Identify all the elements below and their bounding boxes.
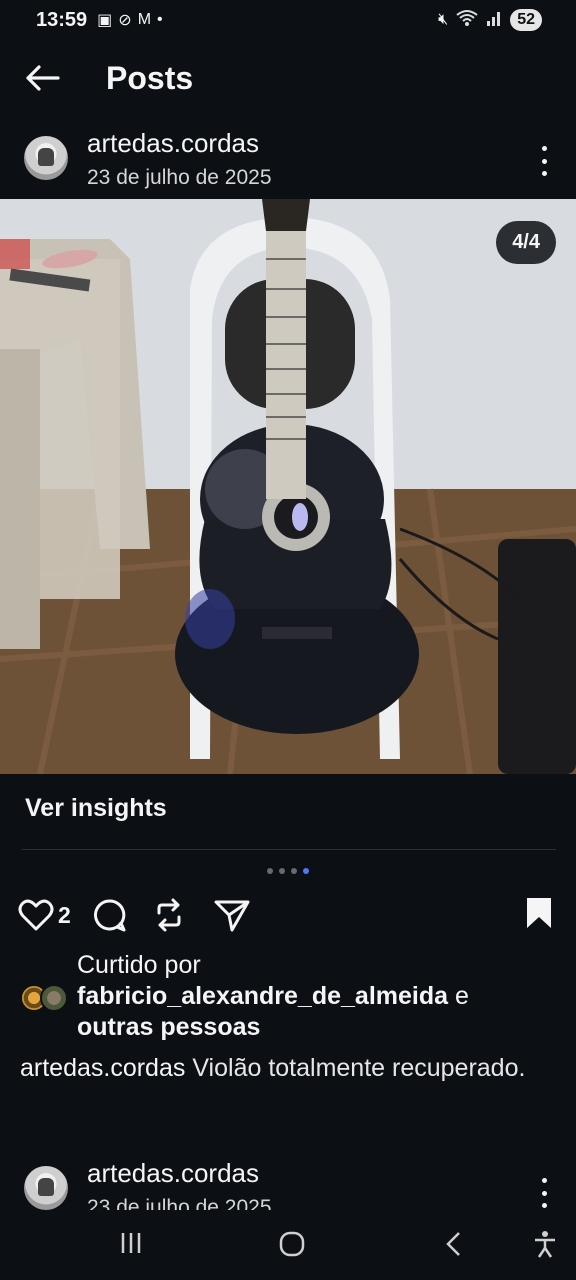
heart-icon [18,899,54,931]
next-post-header: artedas.cordas 23 de julho de 2025 [0,1150,576,1210]
post-date: 23 de julho de 2025 [87,166,272,189]
recents-icon [121,1233,141,1253]
gmail-icon: M [137,11,152,28]
post-date: 23 de julho de 2025 [87,1196,272,1210]
caption-text: Violão totalmente recuperado. [192,1054,526,1082]
repost-icon [157,898,181,932]
caption-username[interactable]: artedas.cordas [20,1054,185,1082]
post-header: artedas.cordas 23 de julho de 2025 [0,124,576,196]
like-count[interactable]: 2 [58,902,71,929]
repost-button[interactable] [151,897,187,933]
liked-by-user[interactable]: fabricio_alexandre_de_almeida [77,982,448,1010]
home-button[interactable] [278,1230,306,1263]
battery-indicator: 52 [510,9,542,31]
notification-dot-icon: • [157,11,163,28]
save-button[interactable] [524,896,554,935]
arrow-left-icon [26,65,60,91]
carousel-dot-active [303,868,309,874]
liked-by-connector: e [454,982,469,1010]
accessibility-icon [535,1231,555,1258]
carousel-counter: 4/4 [496,221,556,264]
recent-apps-button[interactable] [118,1230,144,1261]
more-icon [541,146,547,151]
wifi-icon [456,9,478,32]
like-button[interactable] [18,898,54,932]
divider [22,849,556,850]
back-button[interactable] [22,58,62,98]
liked-by-others[interactable]: outras pessoas [77,1013,260,1041]
bookmark-icon [527,898,551,928]
chevron-left-icon [446,1232,460,1256]
share-button[interactable] [213,897,251,933]
header: Posts [0,50,576,106]
avatar [40,984,68,1012]
signal-icon [486,10,502,31]
page-title: Posts [106,59,194,96]
comment-button[interactable] [91,897,127,933]
more-icon [541,1178,547,1183]
home-icon [279,1231,305,1257]
back-nav-button[interactable] [442,1230,466,1263]
more-options-button[interactable] [534,1178,554,1208]
accessibility-button[interactable] [532,1230,558,1263]
guitar-photo [0,199,576,774]
avatar[interactable] [24,136,68,180]
screenshot-icon: ▣ [97,12,113,29]
carousel-dot [267,868,273,874]
comment-icon [93,899,126,932]
more-options-button[interactable] [534,146,554,176]
carousel-dot [279,868,285,874]
carousel-indicator [0,868,576,874]
liked-by-prefix: Curtido por [77,951,201,979]
insights-link[interactable]: Ver insights [25,794,167,823]
liked-by-avatars [20,984,70,1012]
post-username[interactable]: artedas.cordas [87,128,259,159]
post-image[interactable] [0,199,576,774]
caption: artedas.cordas Violão totalmente recuper… [20,1050,550,1087]
system-nav-bar [0,1212,576,1280]
post-actions: 2 [18,894,251,936]
status-bar: 13:59 ▣ ⊘ M • 🔇︎ 52 [0,0,576,40]
post-username[interactable]: artedas.cordas [87,1158,259,1189]
sync-icon: ⊘ [118,12,132,29]
status-time: 13:59 [36,8,88,31]
send-icon [214,900,250,932]
carousel-dot [291,868,297,874]
mute-icon: 🔇︎ [438,11,449,28]
avatar[interactable] [24,1166,68,1210]
